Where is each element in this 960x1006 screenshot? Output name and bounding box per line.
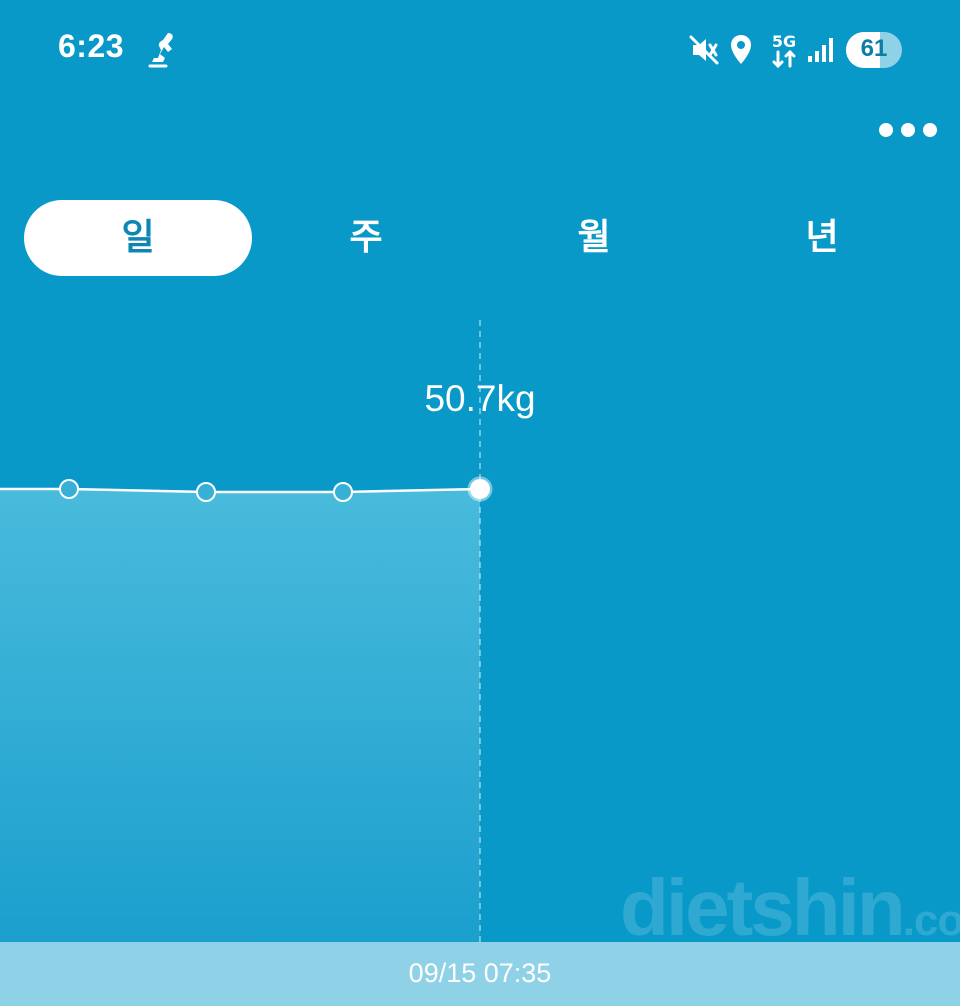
selected-timestamp: 09/15 07:35 <box>408 958 552 988</box>
watermark-text: dietshin <box>620 863 906 952</box>
data-point[interactable] <box>59 479 79 499</box>
data-point[interactable] <box>196 482 216 502</box>
data-point[interactable] <box>333 482 353 502</box>
chart-area-fill <box>0 489 480 942</box>
watermark-logo: dietshin.com <box>620 862 960 954</box>
selected-value-label: 50.7kg <box>424 378 536 419</box>
selected-data-point[interactable] <box>467 476 493 502</box>
weight-chart[interactable] <box>0 0 960 1006</box>
watermark-suffix: .com <box>902 896 960 945</box>
selected-time-bar: 09/15 07:35 <box>0 942 960 1006</box>
